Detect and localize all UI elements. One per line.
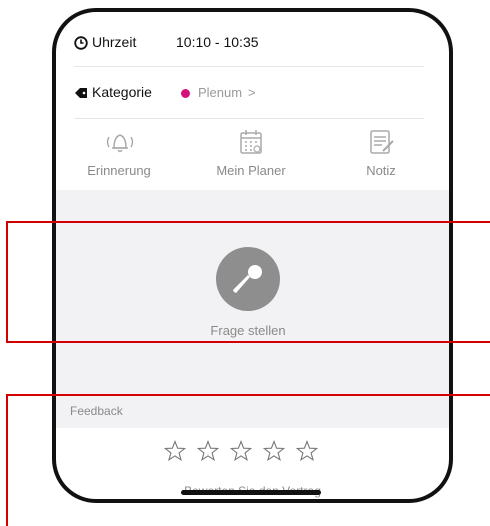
action-planner[interactable]: Mein Planer — [196, 127, 306, 185]
bell-icon — [106, 134, 134, 153]
note-icon — [370, 130, 394, 154]
divider — [74, 66, 424, 67]
category-row[interactable]: Kategorie Plenum > — [74, 82, 434, 104]
time-label: Uhrzeit — [92, 34, 137, 50]
highlight-box-feedback — [6, 394, 490, 526]
time-value: 10:10 - 10:35 — [176, 34, 259, 50]
chevron-right-icon: > — [248, 85, 256, 100]
category-dot — [181, 89, 190, 98]
tag-icon — [75, 88, 87, 98]
clock-icon — [74, 36, 88, 50]
divider — [74, 118, 424, 119]
category-value[interactable]: Plenum — [198, 85, 242, 100]
highlight-box-question — [6, 221, 490, 343]
calendar-icon — [240, 130, 262, 154]
planner-label: Mein Planer — [216, 163, 286, 178]
time-row: Uhrzeit 10:10 - 10:35 — [74, 32, 434, 54]
note-label: Notiz — [366, 163, 396, 178]
category-label: Kategorie — [92, 84, 152, 100]
reminder-label: Erinnerung — [87, 163, 151, 178]
action-note[interactable]: Notiz — [346, 127, 416, 185]
action-reminder[interactable]: Erinnerung — [74, 127, 164, 185]
